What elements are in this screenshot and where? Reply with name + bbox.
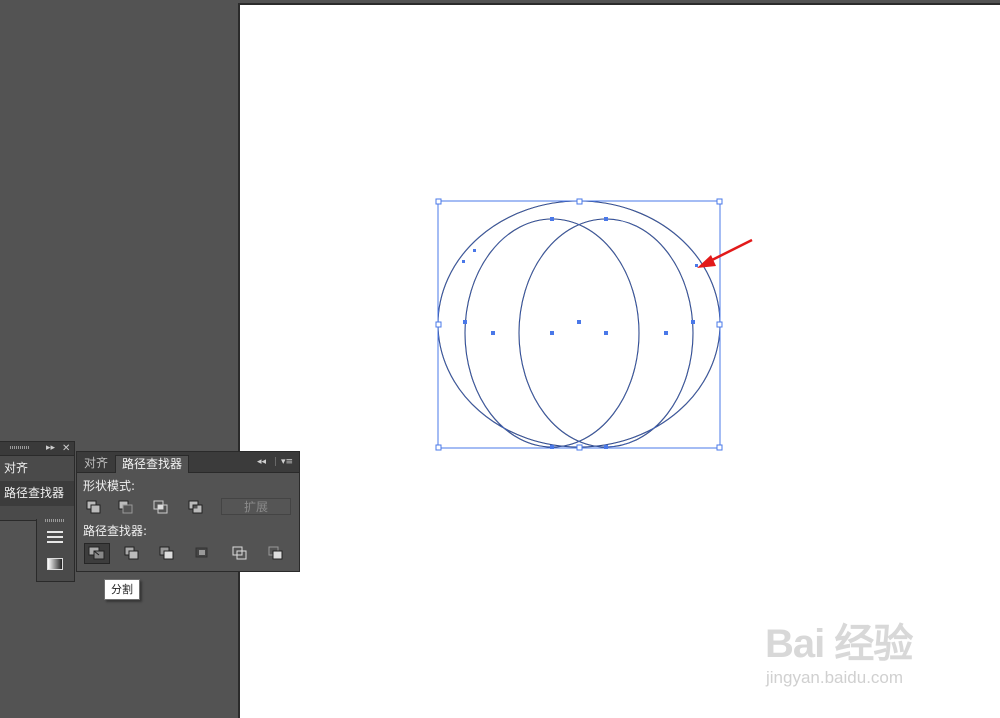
divider: | — [274, 457, 278, 467]
tab-align[interactable]: 对齐 — [78, 455, 114, 472]
shape-modes-label: 形状模式: — [83, 479, 136, 493]
expand-panels-icon[interactable]: ▸▸ — [46, 442, 55, 455]
exclude-button[interactable] — [185, 498, 207, 516]
crop-icon — [195, 547, 208, 558]
intersect-button[interactable] — [150, 498, 172, 516]
stroke-panel-icon[interactable] — [47, 531, 63, 543]
pathfinders-label: 路径查找器: — [83, 524, 148, 538]
minus-front-icon — [118, 500, 133, 514]
panel-menu-icon[interactable]: ▾≡ — [281, 455, 293, 469]
outline-button[interactable] — [229, 544, 251, 562]
trim-button[interactable] — [121, 544, 143, 562]
grip-icon[interactable] — [10, 446, 30, 449]
close-icon[interactable]: ✕ — [62, 442, 70, 455]
baidu-watermark-logo: Bai 经验 — [765, 622, 913, 666]
divide-icon — [88, 546, 105, 560]
minus-back-icon — [268, 546, 283, 560]
divide-tooltip: 分割 — [104, 579, 140, 600]
collapse-panel-icon[interactable]: ◂◂ — [257, 455, 266, 469]
merge-icon — [159, 546, 174, 560]
collapsed-panel-group: ▸▸ ✕ 对齐 路径查找器 — [0, 441, 75, 521]
trim-icon — [124, 546, 139, 560]
selection-bounding-box[interactable] — [437, 200, 721, 449]
outline-icon — [232, 546, 247, 560]
panel-dock-strip — [36, 519, 75, 582]
minus-back-button[interactable] — [265, 544, 287, 562]
merge-button[interactable] — [156, 544, 178, 562]
anchor-points — [462, 217, 698, 449]
expand-button[interactable]: 扩展 — [221, 498, 291, 515]
grip-icon[interactable] — [45, 519, 65, 522]
unite-button[interactable] — [83, 498, 105, 516]
tab-pathfinder[interactable]: 路径查找器 — [115, 455, 190, 473]
minus-front-button[interactable] — [115, 498, 137, 516]
pathfinder-panel-tabs: 对齐 路径查找器 ◂◂ | ▾≡ — [77, 452, 299, 473]
unite-icon — [86, 500, 101, 514]
panel-item-pathfinder[interactable]: 路径查找器 — [0, 481, 74, 506]
gradient-panel-icon[interactable] — [47, 558, 63, 570]
pathfinder-panel: 对齐 路径查找器 ◂◂ | ▾≡ 形状模式: 扩展 路径查找器: — [76, 451, 300, 572]
crop-button[interactable] — [191, 544, 213, 562]
exclude-icon — [188, 500, 203, 514]
panel-item-align[interactable]: 对齐 — [0, 456, 74, 481]
intersect-icon — [153, 500, 168, 514]
baidu-watermark-url: jingyan.baidu.com — [766, 668, 904, 687]
divide-button[interactable] — [84, 543, 110, 564]
collapsed-panel-header[interactable]: ▸▸ ✕ — [0, 442, 74, 456]
annotation-arrow-right — [697, 238, 753, 268]
